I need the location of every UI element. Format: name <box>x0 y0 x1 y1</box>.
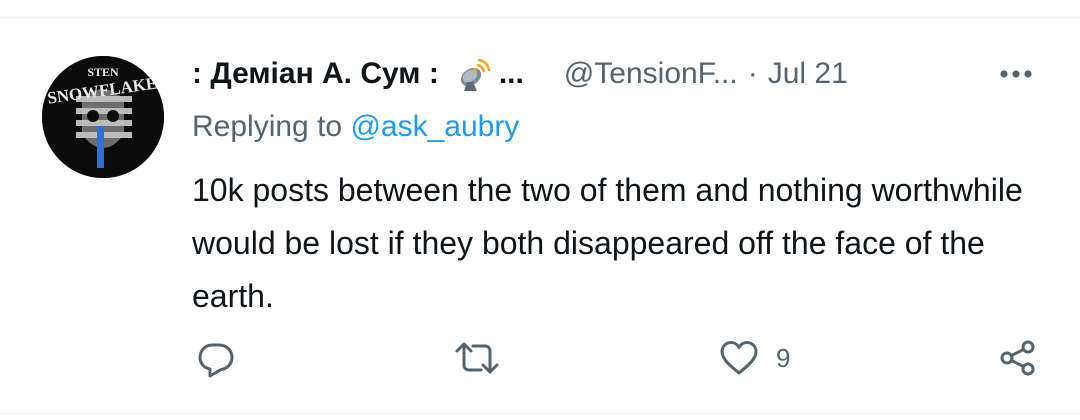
display-name[interactable]: : Деміан А. Сум : <box>192 57 439 91</box>
like-count: 9 <box>776 342 791 373</box>
display-name-truncation: ... <box>498 57 524 90</box>
heart-icon <box>720 341 758 375</box>
retweet-icon <box>455 342 499 374</box>
reply-button[interactable] <box>196 338 252 378</box>
replying-to-line: Replying to @ask_aubry <box>192 110 519 144</box>
more-options-icon[interactable] <box>996 62 1036 86</box>
share-icon <box>1000 340 1035 376</box>
tweet-date[interactable]: Jul 21 <box>768 57 848 91</box>
tweet-card[interactable]: SNOWFLAKE STEN : Деміан А. Сум : ... @Te… <box>0 18 1080 413</box>
reply-mention-link[interactable]: @ask_aubry <box>350 110 519 143</box>
satellite-dish-icon <box>453 55 491 93</box>
bottom-divider <box>0 413 1080 414</box>
share-button[interactable] <box>998 338 1038 378</box>
tweet-actions: 9 <box>0 338 1080 388</box>
separator-dot: · <box>747 57 758 90</box>
avatar-image: SNOWFLAKE STEN <box>42 56 164 178</box>
user-handle[interactable]: @TensionF... <box>564 57 738 91</box>
tweet-text: 10k posts between the two of them and no… <box>192 172 1023 314</box>
tweet-header: : Деміан А. Сум : ... @TensionF... · Jul… <box>192 54 848 94</box>
like-button[interactable]: 9 <box>718 338 790 378</box>
retweet-button[interactable] <box>454 338 516 378</box>
avatar[interactable]: SNOWFLAKE STEN <box>42 56 164 178</box>
reply-icon <box>198 343 234 378</box>
replying-to-label: Replying to <box>192 110 351 143</box>
svg-text:STEN: STEN <box>87 65 119 79</box>
